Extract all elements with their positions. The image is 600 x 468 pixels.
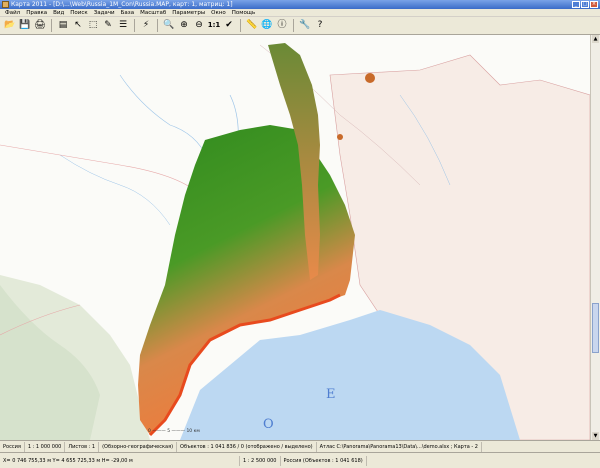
ruler-icon[interactable]: 📏 [245,19,259,33]
toolbar-separator [51,19,52,32]
sea-letter-o: О [263,417,274,432]
toolbar-separator [293,19,294,32]
scroll-down-icon[interactable]: ▼ [592,432,599,440]
app-icon [2,1,9,8]
maximize-button[interactable]: □ [581,1,589,8]
status-view-scale: 1 : 2 500 000 [240,455,281,466]
save-icon[interactable]: 💾 [18,19,32,33]
menu-parameters[interactable]: Параметры [169,10,208,16]
window-title: Карта 2011 - [D:\...\Web\Russia_1M_Con\R… [11,1,233,8]
status-bar-top: Россия 1 : 1 000 000 Листов : 1 (Обзорно… [0,440,600,452]
map-drawing [0,35,590,440]
map-canvas[interactable]: О Е 0 ——— 5 ——— 10 км [0,35,590,440]
menu-edit[interactable]: Правка [23,10,50,16]
pointer-icon[interactable]: ↖ [71,19,85,33]
open-folder-icon[interactable]: 📂 [3,19,17,33]
minimize-button[interactable]: _ [572,1,580,8]
menu-bar: Файл Правка Вид Поиск Задачи База Масшта… [0,9,600,17]
edit-icon[interactable]: ✎ [101,19,115,33]
menu-file[interactable]: Файл [2,10,23,16]
status-bar-bottom: X= 0 746 755,33 м Y= 4 655 725,33 м H= -… [0,452,600,468]
select-icon[interactable]: ⬚ [86,19,100,33]
menu-scale[interactable]: Масштаб [137,10,169,16]
menu-help[interactable]: Помощь [229,10,258,16]
status-region-objects: Россия (Объектов : 1 041 618) [281,455,367,466]
status-objects: Объектов : 1 041 836 / 0 (отображено / в… [177,441,317,452]
menu-database[interactable]: База [118,10,137,16]
zoom-in-icon[interactable]: ⊕ [177,19,191,33]
layers-icon[interactable]: ▤ [56,19,70,33]
zoom-out-icon[interactable]: ⊖ [192,19,206,33]
toolbar-separator [240,19,241,32]
vertical-scrollbar[interactable]: ▲ ▼ [590,35,600,440]
toolbar-separator [134,19,135,32]
status-map-type: (Обзорно-географическая) [99,441,178,452]
menu-search[interactable]: Поиск [67,10,90,16]
menu-view[interactable]: Вид [50,10,67,16]
sea-letter-e: Е [326,387,336,402]
toolbar: 📂 💾 🖨 ▤ ↖ ⬚ ✎ ☰ ⚡ 🔍 ⊕ ⊖ 1:1 ✔ 📏 🌐 ⓘ 🔧 ? [0,17,600,35]
close-button[interactable]: × [590,1,598,8]
status-map-scale: 1 : 1 000 000 [25,441,66,452]
status-atlas-path: Атлас C:\Panorama\Panorama13\Data\...\de… [317,441,482,452]
list-icon[interactable]: ☰ [116,19,130,33]
title-bar: Карта 2011 - [D:\...\Web\Russia_1M_Con\R… [0,0,600,9]
scale-1-1-button[interactable]: 1:1 [207,19,221,33]
lightning-icon[interactable]: ⚡ [139,19,153,33]
check-icon[interactable]: ✔ [222,19,236,33]
toolbar-separator [157,19,158,32]
globe-icon[interactable]: 🌐 [260,19,274,33]
print-icon[interactable]: 🖨 [33,19,47,33]
tools-icon[interactable]: 🔧 [298,19,312,33]
status-region: Россия [0,441,25,452]
help-icon[interactable]: ? [313,19,327,33]
map-scalebar: 0 ——— 5 ——— 10 км [148,429,200,434]
zoom-icon[interactable]: 🔍 [162,19,176,33]
scroll-up-icon[interactable]: ▲ [592,35,599,43]
scroll-thumb[interactable] [592,303,599,353]
status-sheets: Листов : 1 [65,441,100,452]
status-coordinates: X= 0 746 755,33 м Y= 4 655 725,33 м H= -… [0,455,240,466]
info-icon[interactable]: ⓘ [275,19,289,33]
menu-window[interactable]: Окно [208,10,229,16]
menu-tasks[interactable]: Задачи [91,10,118,16]
